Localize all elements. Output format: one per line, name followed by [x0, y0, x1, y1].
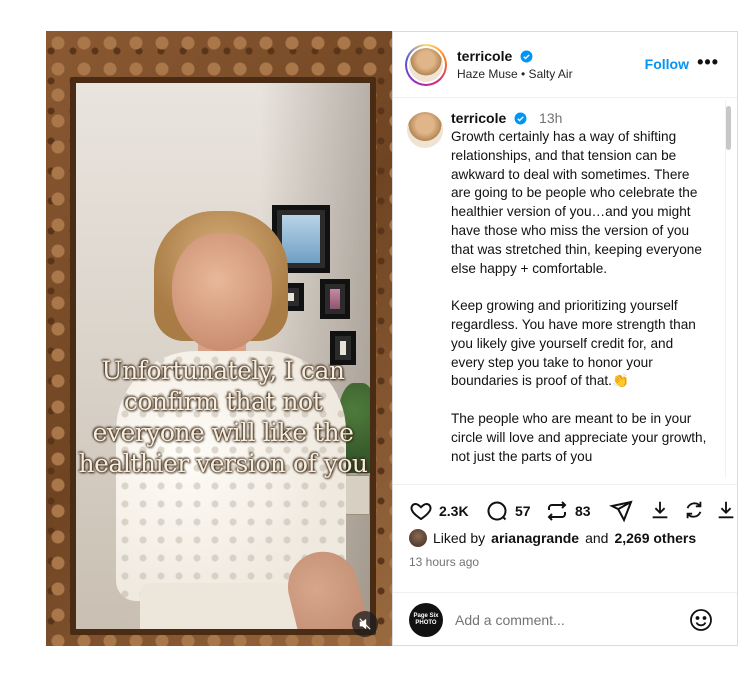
- action-bar: 2.3K 57 83: [393, 484, 737, 530]
- comment-input[interactable]: [455, 610, 675, 630]
- speaker-muted-icon: [359, 618, 371, 630]
- caption-timestamp[interactable]: 13h: [539, 110, 562, 126]
- remix-button[interactable]: [683, 499, 705, 521]
- comment-button[interactable]: 57: [485, 499, 531, 523]
- caption-avatar[interactable]: [407, 112, 443, 148]
- caption-paragraph: Keep growing and prioritizing yourself r…: [451, 298, 696, 389]
- repost-icon: [547, 501, 567, 521]
- caption-paragraph: The people who are meant to be in your c…: [451, 410, 707, 464]
- like-count: 2.3K: [439, 503, 469, 519]
- commenter-avatar[interactable]: Page Six PHOTO: [409, 603, 443, 637]
- avatar[interactable]: [405, 44, 447, 86]
- avatar[interactable]: [409, 529, 427, 547]
- caption-username[interactable]: terricole: [451, 110, 506, 126]
- scrollbar-track[interactable]: [725, 100, 732, 478]
- follow-button[interactable]: Follow: [645, 56, 689, 72]
- post-time-ago[interactable]: 13 hours ago: [409, 555, 479, 569]
- liked-by-row: Liked by arianagrande and 2,269 others: [409, 529, 696, 547]
- post-panel: terricole Haze Muse • Salty Air Follow •…: [392, 31, 738, 646]
- emoji-button[interactable]: [689, 608, 713, 637]
- paper-plane-icon: [609, 500, 633, 523]
- scrollbar-thumb[interactable]: [726, 106, 731, 150]
- mute-button[interactable]: [352, 611, 378, 637]
- download-icon: [652, 501, 668, 519]
- download-button[interactable]: [715, 499, 737, 521]
- verified-badge-icon: [514, 112, 527, 125]
- video-overlay-text: Unfortunately, I can confirm that not ev…: [78, 356, 368, 478]
- audio-subline[interactable]: Haze Muse • Salty Air: [457, 67, 573, 81]
- comment-bar: Page Six PHOTO: [393, 592, 737, 647]
- liked-by-user-link[interactable]: arianagrande: [491, 530, 579, 546]
- others-likes-link[interactable]: 2,269 others: [614, 530, 696, 546]
- like-button[interactable]: 2.3K: [409, 499, 469, 523]
- mirror-reflection: Unfortunately, I can confirm that not ev…: [70, 77, 376, 635]
- comment-bubble-icon: [487, 501, 507, 521]
- person-face: [172, 233, 272, 351]
- wall-art: [320, 279, 350, 319]
- caption-paragraph: Growth certainly has a way of shifting r…: [451, 129, 702, 276]
- comment-count: 57: [515, 503, 531, 519]
- refresh-icon: [686, 501, 702, 519]
- more-options-icon[interactable]: •••: [697, 52, 719, 73]
- post-header: terricole Haze Muse • Salty Air Follow •…: [393, 32, 737, 98]
- download-button[interactable]: [649, 499, 671, 521]
- username-link[interactable]: terricole: [457, 48, 512, 64]
- verified-badge-icon: [520, 50, 533, 63]
- post-media[interactable]: Unfortunately, I can confirm that not ev…: [46, 31, 392, 646]
- smiley-icon: [690, 609, 712, 631]
- caption-text: Growth certainly has a way of shifting r…: [451, 128, 709, 482]
- download-icon: [718, 501, 734, 519]
- repost-count: 83: [575, 503, 591, 519]
- caption-scroll-area[interactable]: terricole 13h Growth certainly has a way…: [393, 98, 737, 482]
- repost-button[interactable]: 83: [545, 499, 591, 523]
- heart-icon: [410, 502, 432, 521]
- share-button[interactable]: [609, 499, 633, 523]
